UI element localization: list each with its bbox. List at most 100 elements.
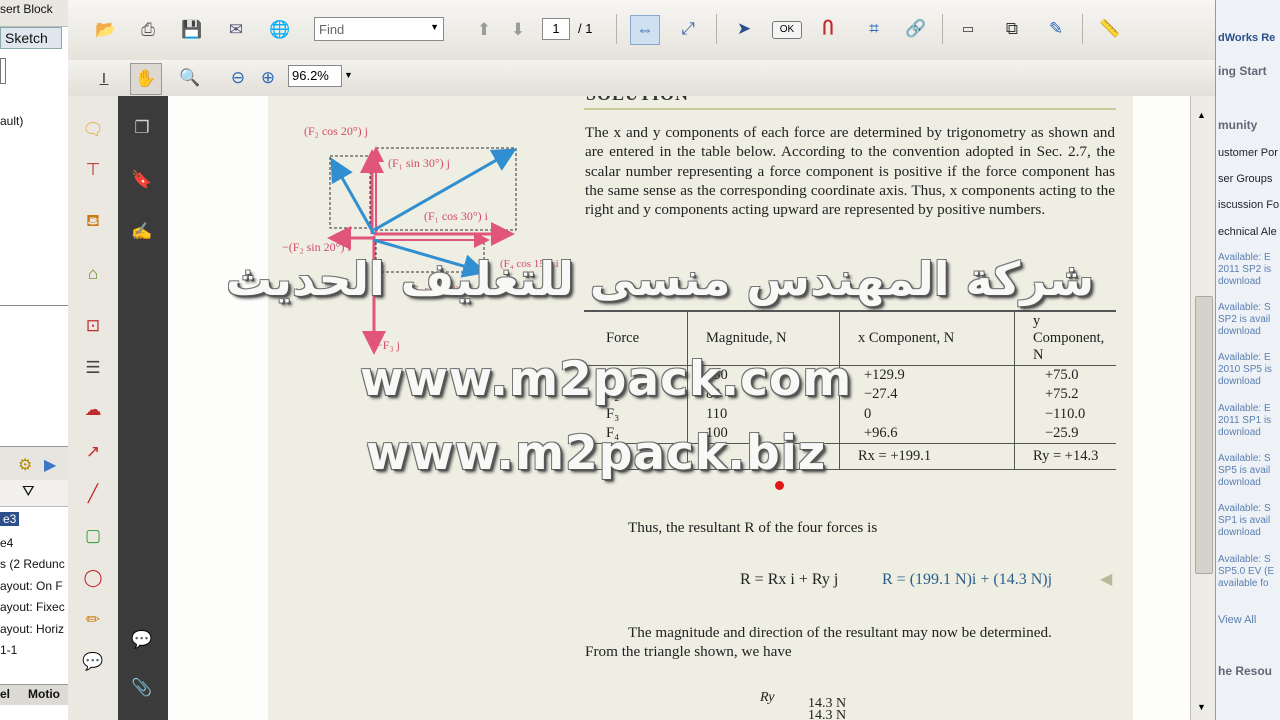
measure-ruler-icon[interactable]: 📏 xyxy=(1096,15,1124,43)
tree-item-selected[interactable]: e3 xyxy=(0,512,20,526)
rectangle-tool-icon[interactable]: ▢ xyxy=(79,522,107,550)
pdf-page: SOLUTION (F₂ cos 20°) j (F₁ sin 30°) j (… xyxy=(268,96,1133,720)
select-arrow-icon[interactable]: ➤ xyxy=(730,15,758,43)
comments-panel-icon[interactable]: 💬 xyxy=(128,626,156,654)
table-cell: −25.9 xyxy=(1014,424,1116,444)
link-technical-alerts[interactable]: echnical Ale xyxy=(1218,226,1277,238)
sticky-note-icon[interactable]: 🗨 xyxy=(79,116,107,144)
url-watermark-com: www.m2pack.com xyxy=(360,352,853,407)
full-screen-icon[interactable]: ⤢ xyxy=(674,15,702,43)
text-box-icon[interactable]: ☰ xyxy=(79,354,107,382)
table-cell: −110.0 xyxy=(1014,404,1116,424)
zoom-tool-icon[interactable]: 🔍 xyxy=(176,64,204,92)
pencil-tool-icon[interactable]: ✏ xyxy=(79,606,107,634)
zoom-in-icon[interactable]: ⊕ xyxy=(254,64,282,92)
tree-item[interactable]: e4 xyxy=(0,536,13,550)
next-page-icon[interactable]: ⬇ xyxy=(504,16,532,44)
cloud-icon[interactable]: ☁ xyxy=(79,396,107,424)
label-f3: −F₃ j xyxy=(376,338,400,352)
pages-icon[interactable]: ❐ xyxy=(128,114,156,142)
callout-icon[interactable]: ⊡ xyxy=(79,312,107,340)
solution-paragraph: The x and y components of each force are… xyxy=(585,124,1115,219)
page-total: / 1 xyxy=(578,21,593,36)
text-edit-icon[interactable]: ⊤ xyxy=(79,156,107,184)
open-folder-icon[interactable]: 📂 xyxy=(92,16,120,44)
page-number-value: 1 xyxy=(552,21,560,36)
motion-tab[interactable]: Motio xyxy=(28,687,60,701)
divider xyxy=(1082,14,1083,44)
attach-link-icon[interactable]: 🔗 xyxy=(902,15,930,43)
text-field-icon[interactable]: ▭ xyxy=(954,15,982,43)
arrow-tool-icon[interactable]: ↗ xyxy=(79,438,107,466)
vertical-scrollbar[interactable]: ▲ ▼ xyxy=(1190,96,1216,720)
ok-button[interactable]: OK xyxy=(772,21,802,39)
tree-item[interactable]: ayout: Horiz xyxy=(0,622,64,636)
answer-marker-icon: ◀ xyxy=(1100,571,1113,588)
link-customer-portal[interactable]: ustomer Por xyxy=(1218,147,1278,159)
news-item[interactable]: Available: E 2010 SP5 is download xyxy=(1218,352,1280,388)
text-select-icon[interactable]: I̲ xyxy=(90,64,118,92)
news-item[interactable]: Available: E 2011 SP1 is download xyxy=(1218,403,1280,439)
scroll-down-icon[interactable]: ▼ xyxy=(1197,702,1206,712)
stamp-icon[interactable]: ⛾ xyxy=(79,208,107,236)
save-icon[interactable]: 💾 xyxy=(178,16,206,44)
table-total-rx: Rx = +199.1 xyxy=(839,443,1015,470)
fit-width-icon[interactable]: ⇔ xyxy=(630,15,660,45)
hand-tool-icon[interactable]: ✋ xyxy=(130,63,162,95)
email-icon[interactable]: ✉ xyxy=(222,16,250,44)
zoom-level-input[interactable]: 96.2% xyxy=(288,65,342,87)
sketch-tab[interactable]: Sketch xyxy=(0,27,62,49)
form-icon[interactable]: ⧉ xyxy=(998,15,1026,43)
insert-block-button[interactable]: sert Block xyxy=(0,0,68,27)
getting-started-heading[interactable]: ing Start xyxy=(1218,64,1267,78)
attachments-paperclip-icon[interactable]: 📎 xyxy=(128,674,156,702)
view-all-link[interactable]: View All xyxy=(1218,614,1256,626)
oval-tool-icon[interactable]: ◯ xyxy=(79,564,107,592)
crop-icon[interactable]: ⌗ xyxy=(860,15,888,43)
upload-globe-icon[interactable]: 🌐 xyxy=(266,16,294,44)
find-dropdown-icon[interactable]: ▼ xyxy=(430,22,439,32)
zoom-out-icon[interactable]: ⊖ xyxy=(224,64,252,92)
previous-page-icon[interactable]: ⬆ xyxy=(470,16,498,44)
table-header: x Component, N xyxy=(839,311,1015,366)
link-discussion-forum[interactable]: iscussion Fo xyxy=(1218,199,1279,211)
line-tool-icon[interactable]: ╱ xyxy=(79,480,107,508)
filter-icon[interactable]: ⛛ xyxy=(22,483,35,500)
news-item[interactable]: Available: S SP1 is avail download xyxy=(1218,503,1280,539)
solidworks-resources-panel: dWorks Re ing Start munity ustomer Por s… xyxy=(1215,0,1280,720)
tree-item[interactable]: ayout: Fixec xyxy=(0,600,65,614)
find-input[interactable]: Find ▼ xyxy=(314,17,444,41)
model-tab[interactable]: el xyxy=(0,687,10,701)
tree-item[interactable]: s (2 Redunc xyxy=(0,557,65,571)
scroll-thumb[interactable] xyxy=(1195,296,1213,574)
attach-file-icon[interactable]: ⌂ xyxy=(79,260,107,288)
equation-left: R = Rx i + Ry j xyxy=(740,571,839,588)
print-icon[interactable]: ⎙ xyxy=(134,16,162,44)
news-item[interactable]: Available: S SP5 is avail download xyxy=(1218,453,1280,489)
magnet-icon[interactable]: Ⴖ xyxy=(814,15,842,43)
bookmarks-icon[interactable]: 🔖 xyxy=(128,166,156,194)
page-number-input[interactable]: 1 xyxy=(542,18,570,40)
news-item[interactable]: Available: S SP2 is avail download xyxy=(1218,302,1280,338)
bottom-tab-bar: el Motio xyxy=(0,684,68,705)
signatures-icon[interactable]: ✍ xyxy=(128,218,156,246)
scroll-up-icon[interactable]: ▲ xyxy=(1197,110,1206,120)
comment-list-icon[interactable]: 💬 xyxy=(79,648,107,676)
divider xyxy=(616,14,617,44)
resources-heading: he Resou xyxy=(1218,664,1273,678)
tree-item[interactable]: ayout: On F xyxy=(0,579,63,593)
news-item[interactable]: Available: S SP5.0 EV (E available fo xyxy=(1218,554,1280,590)
insert-block-label: sert Block xyxy=(0,2,53,16)
community-heading: munity xyxy=(1218,118,1258,132)
config-label: ault) xyxy=(0,114,24,128)
play-icon[interactable]: ▶ xyxy=(44,455,56,475)
news-item[interactable]: Available: E 2011 SP2 is download xyxy=(1218,252,1280,288)
link-user-groups[interactable]: ser Groups xyxy=(1218,173,1272,185)
find-placeholder: Find xyxy=(319,22,345,37)
gear-icon[interactable]: ⚙ xyxy=(18,455,32,475)
edit-form-icon[interactable]: ✎ xyxy=(1042,15,1070,43)
document-view[interactable]: SOLUTION (F₂ cos 20°) j (F₁ sin 30°) j (… xyxy=(168,96,1190,720)
table-cell: F₃ xyxy=(606,405,620,422)
zoom-dropdown-icon[interactable]: ▼ xyxy=(344,70,353,80)
tree-item[interactable]: 1-1 xyxy=(0,643,17,657)
